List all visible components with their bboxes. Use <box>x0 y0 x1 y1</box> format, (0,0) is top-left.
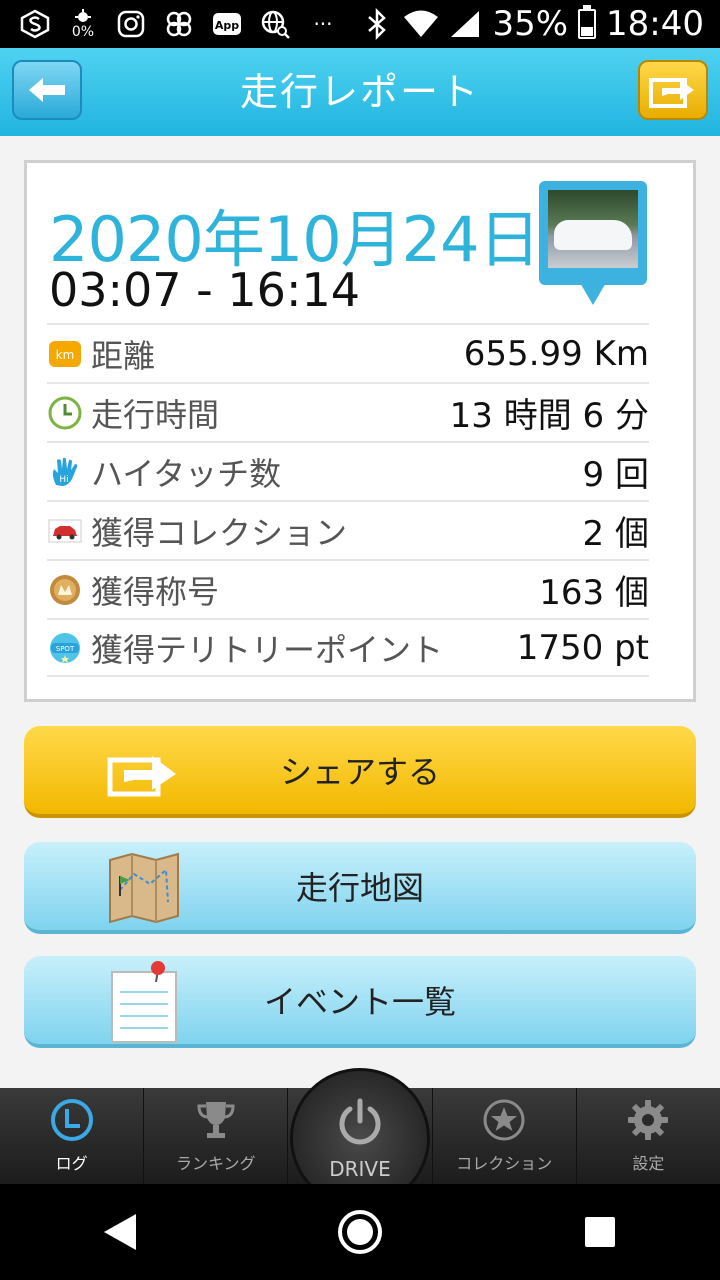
app-icon-text: App <box>215 19 239 32</box>
stat-label: 獲得称号 <box>91 572 220 611</box>
km-icon: km <box>47 336 83 372</box>
globe-search-icon <box>258 7 292 41</box>
battery-icon <box>578 5 597 39</box>
stat-label: 距離 <box>91 336 156 375</box>
drive-label: DRIVE <box>329 1157 391 1181</box>
status-bar: 0% App ··· 35% 18:40 <box>0 0 720 48</box>
stat-label: 獲得コレクション <box>91 513 348 552</box>
stat-row-collection: 獲得コレクション 2 個 <box>47 500 649 559</box>
stat-value: 1750 pt <box>516 627 649 668</box>
stat-row-distance: km 距離 655.99 Km <box>47 323 649 382</box>
stat-row-drive-time: 走行時間 13 時間 6 分 <box>47 382 649 441</box>
km-icon-text: km <box>56 348 75 362</box>
app-header: 走行レポート <box>0 48 720 136</box>
stat-label: 走行時間 <box>91 395 220 434</box>
spot-icon: SPOT <box>47 630 83 666</box>
report-card: 2020年10月24日 03:07 - 16:14 km 距離 655.99 K… <box>24 160 696 702</box>
drive-map-button-label: 走行地図 <box>295 869 424 907</box>
clock: 18:40 <box>606 4 704 44</box>
memo-pin-icon <box>104 961 184 1043</box>
car-icon <box>47 513 83 549</box>
tab-collection[interactable]: コレクション <box>433 1088 577 1184</box>
bluetooth-icon <box>360 7 394 41</box>
back-triangle-icon <box>104 1214 136 1250</box>
wifi-icon <box>404 7 439 41</box>
stats-list: km 距離 655.99 Km 走行時間 13 時間 6 分 Hi ハイタッチ数… <box>47 323 649 677</box>
s-logo-icon <box>18 7 52 41</box>
stat-value: 2 個 <box>582 514 649 554</box>
signal-icon <box>448 7 482 41</box>
log-clock-icon <box>48 1096 96 1144</box>
share-button[interactable]: シェアする <box>24 726 696 818</box>
instagram-icon <box>114 7 148 41</box>
status-icons-right: 35% 18:40 <box>360 4 720 44</box>
photo-frame <box>539 181 647 285</box>
vehicle-photo-pin[interactable] <box>539 181 647 311</box>
app-notification-icon: App <box>210 7 244 41</box>
main-content: 2020年10月24日 03:07 - 16:14 km 距離 655.99 K… <box>0 136 720 1088</box>
stat-label: ハイタッチ数 <box>91 454 282 493</box>
share-icon <box>649 78 694 108</box>
share-icon <box>104 732 184 812</box>
system-nav-bar <box>0 1184 720 1280</box>
pin-tail <box>579 281 607 305</box>
battery-fill <box>581 26 594 36</box>
hand-icon: Hi <box>47 454 83 490</box>
stat-value: 163 個 <box>539 573 649 613</box>
data-percent: 0% <box>71 24 95 40</box>
nav-back-button[interactable] <box>80 1192 160 1272</box>
nav-recents-button[interactable] <box>560 1192 640 1272</box>
star-badge-icon <box>480 1096 528 1144</box>
stat-row-titles: 獲得称号 163 個 <box>47 559 649 618</box>
hi-icon-text: Hi <box>59 475 68 485</box>
event-list-button-label: イベント一覧 <box>263 983 456 1021</box>
car-image <box>554 220 632 250</box>
report-time-range: 03:07 - 16:14 <box>49 263 360 317</box>
page-title: 走行レポート <box>239 70 480 114</box>
stat-value: 655.99 Km <box>463 333 649 374</box>
stat-label: 獲得テリトリーポイント <box>91 630 444 669</box>
stat-row-high-touch: Hi ハイタッチ数 9 回 <box>47 441 649 500</box>
nav-home-button[interactable] <box>320 1192 400 1272</box>
pinwheel-icon <box>162 7 196 41</box>
clock-icon <box>47 395 83 431</box>
stat-value: 13 時間 6 分 <box>449 396 649 436</box>
recents-square-icon <box>585 1217 615 1247</box>
tab-label: コレクション <box>456 1154 553 1173</box>
share-button-label: シェアする <box>279 753 440 791</box>
tab-label: ログ <box>55 1154 88 1173</box>
tab-label: 設定 <box>632 1154 665 1173</box>
drive-map-button[interactable]: 走行地図 <box>24 842 696 934</box>
tab-log[interactable]: ログ <box>0 1088 145 1184</box>
gear-icon <box>624 1096 672 1144</box>
data-saver-icon: 0% <box>66 7 100 41</box>
stat-row-territory: SPOT 獲得テリトリーポイント 1750 pt <box>47 618 649 677</box>
tab-settings[interactable]: 設定 <box>577 1088 720 1184</box>
battery-percent: 35% <box>492 4 569 44</box>
tab-ranking[interactable]: ランキング <box>144 1088 289 1184</box>
event-list-button[interactable]: イベント一覧 <box>24 956 696 1048</box>
tab-label: ランキング <box>176 1154 256 1173</box>
status-icons-left: 0% App ··· <box>0 7 340 41</box>
vehicle-photo <box>548 190 638 268</box>
stat-value: 9 回 <box>582 455 649 495</box>
spot-icon-text: SPOT <box>56 645 75 653</box>
header-share-button[interactable] <box>638 60 708 120</box>
home-circle-icon <box>338 1210 382 1254</box>
more-notifications-icon: ··· <box>313 12 333 36</box>
map-icon <box>104 848 184 928</box>
medal-icon <box>47 572 83 608</box>
trophy-icon <box>192 1096 240 1144</box>
power-icon <box>339 1098 381 1145</box>
